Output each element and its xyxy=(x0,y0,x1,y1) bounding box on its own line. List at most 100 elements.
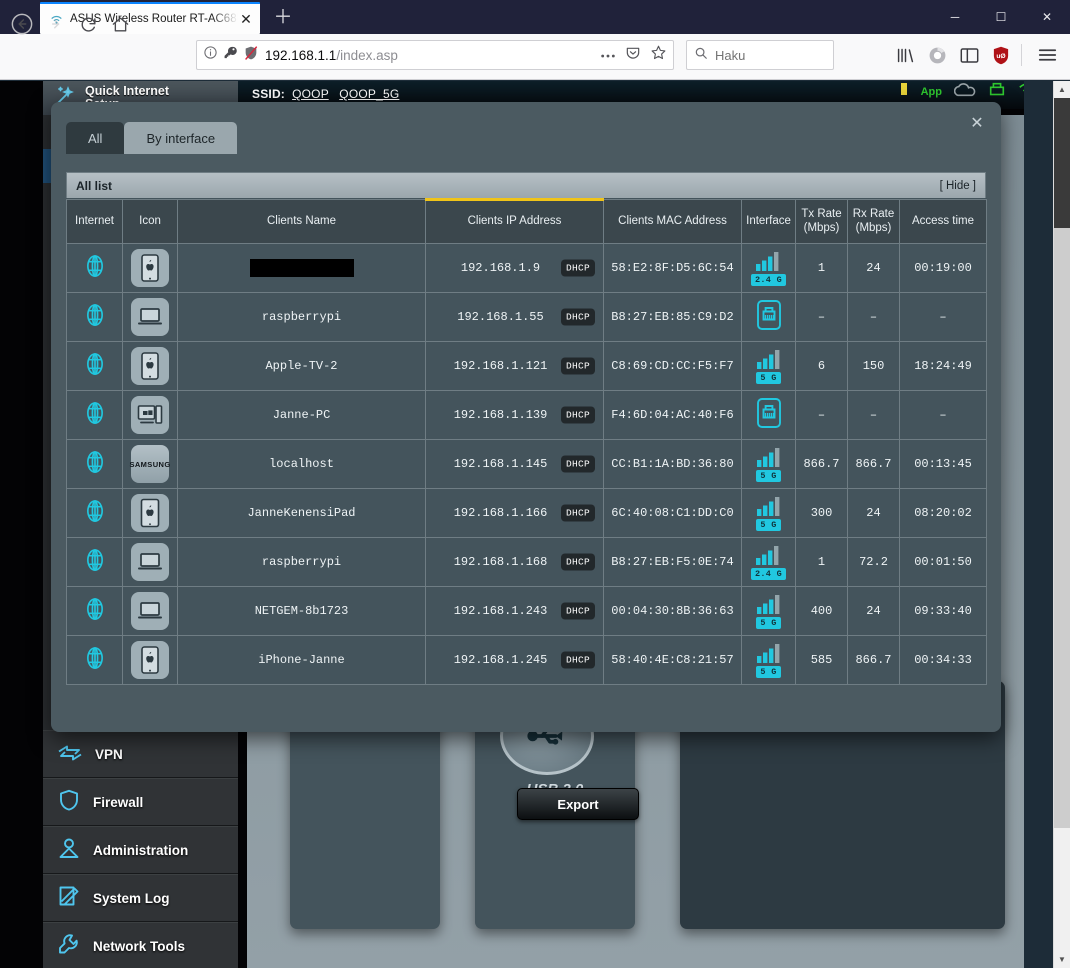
table-row[interactable]: iPhone-Janne 192.168.1.245 DHCP 58:40:4E:C8… xyxy=(66,635,987,685)
table-row[interactable]: Apple-TV-2 192.168.1.121 DHCP C8:69:CD:CC:F… xyxy=(66,341,987,391)
globe-icon xyxy=(82,498,108,528)
globe-icon xyxy=(82,596,108,626)
back-button[interactable] xyxy=(8,10,36,38)
key-icon[interactable] xyxy=(223,45,238,65)
search-input[interactable]: Haku xyxy=(715,48,745,63)
dhcp-badge: DHCP xyxy=(560,259,595,277)
globe-icon xyxy=(82,351,108,381)
sidebar-item-administration[interactable]: Administration xyxy=(43,826,238,874)
tx-rate-cell: 1 xyxy=(795,243,848,293)
ublock-icon[interactable]: uØ xyxy=(992,46,1010,65)
scroll-up-arrow[interactable]: ▲ xyxy=(1054,81,1070,98)
sidebar-icon[interactable] xyxy=(960,47,979,64)
wifi-signal-icon: 5 G xyxy=(756,447,782,482)
column-header-clients-ip-address[interactable]: Clients IP Address xyxy=(425,198,604,244)
tab-all[interactable]: All xyxy=(66,122,125,154)
star-icon[interactable] xyxy=(650,44,667,66)
interface-cell: 2.4 G xyxy=(741,537,796,587)
address-bar[interactable]: 192.168.1.1/index.asp xyxy=(196,40,674,70)
column-header-interface[interactable]: Interface xyxy=(741,199,796,244)
new-tab-button[interactable]: ＋ xyxy=(270,6,296,30)
shield-slash-icon[interactable] xyxy=(243,45,259,66)
column-header-icon[interactable]: Icon xyxy=(122,199,178,244)
client-name-cell[interactable]: iPhone-Janne xyxy=(177,635,426,685)
table-row[interactable]: 192.168.1.9 DHCP 58:E2:8F:D5:6C:54 2.4 G 1 24… xyxy=(66,243,987,293)
table-row[interactable]: raspberrypi 192.168.1.55 DHCP B8:27:EB:85:C… xyxy=(66,292,987,342)
printer-icon[interactable] xyxy=(988,81,1006,103)
identity-icons xyxy=(203,45,259,66)
forward-button[interactable] xyxy=(42,10,70,38)
scrollbar-thumb[interactable] xyxy=(1054,98,1070,228)
scroll-down-arrow[interactable]: ▼ xyxy=(1054,951,1070,968)
internet-status-cell xyxy=(66,341,123,391)
column-header-rx-rate[interactable]: Rx Rate (Mbps) xyxy=(847,199,900,244)
search-bar[interactable]: Haku xyxy=(686,40,834,70)
table-row[interactable]: Janne-PC 192.168.1.139 DHCP F4:6D:04:AC:40:… xyxy=(66,390,987,440)
page-scrollbar[interactable]: ▲ ▼ xyxy=(1053,81,1070,968)
pocket-icon[interactable] xyxy=(625,45,641,66)
sidebar-item-system-log[interactable]: System Log xyxy=(43,874,238,922)
globe-icon xyxy=(82,547,108,577)
cloud-icon[interactable] xyxy=(953,82,976,103)
usb-status-icon[interactable] xyxy=(899,81,909,103)
table-row[interactable]: JanneKenensiPad 192.168.1.166 DHCP 6C:40:08… xyxy=(66,488,987,538)
table-row[interactable]: raspberrypi 192.168.1.168 DHCP B8:27:EB:F5:… xyxy=(66,537,987,587)
tx-rate-cell: 585 xyxy=(795,635,848,685)
close-icon[interactable]: ✕ xyxy=(238,12,254,26)
ssid-2g[interactable]: QOOP xyxy=(292,87,329,101)
rx-rate-cell: – xyxy=(847,292,900,342)
access-time-cell: 18:24:49 xyxy=(899,341,987,391)
column-header-clients-name[interactable]: Clients Name xyxy=(177,199,426,244)
client-name-cell[interactable]: JanneKenensiPad xyxy=(177,488,426,538)
column-header-clients-mac-address[interactable]: Clients MAC Address xyxy=(603,199,742,244)
access-time-cell: 00:13:45 xyxy=(899,439,987,489)
reload-icon[interactable] xyxy=(74,10,102,38)
client-name-cell[interactable]: raspberrypi xyxy=(177,292,426,342)
client-name-cell[interactable]: localhost xyxy=(177,439,426,489)
client-ip-cell: 192.168.1.145 DHCP xyxy=(425,439,604,489)
table-row[interactable]: NETGEM-8b1723 192.168.1.243 DHCP 00:04:30:8… xyxy=(66,586,987,636)
info-icon[interactable] xyxy=(203,45,218,65)
home-icon[interactable] xyxy=(106,10,134,38)
column-header-tx-rate[interactable]: Tx Rate (Mbps) xyxy=(795,199,848,244)
browser-tab[interactable]: ASUS Wireless Router RT-AC68U ✕ xyxy=(40,2,260,34)
ellipsis-icon[interactable] xyxy=(600,46,616,64)
internet-status-cell xyxy=(66,390,123,440)
table-row[interactable]: SAMSUNG localhost 192.168.1.145 DHCP CC:B1:1… xyxy=(66,439,987,489)
sidebar-item-firewall[interactable]: Firewall xyxy=(43,778,238,826)
hide-toggle[interactable]: [ Hide ] xyxy=(940,180,976,192)
client-name-cell[interactable]: NETGEM-8b1723 xyxy=(177,586,426,636)
band-label: 2.4 G xyxy=(750,273,786,286)
column-header-internet[interactable]: Internet xyxy=(66,199,123,244)
sidebar-item-network-tools[interactable]: Network Tools xyxy=(43,922,238,968)
client-name-cell[interactable] xyxy=(177,243,426,293)
ip-value: 192.168.1.139 xyxy=(453,408,548,422)
app-link[interactable]: App xyxy=(921,86,942,98)
device-icon-cell xyxy=(122,635,178,685)
page-right-gutter xyxy=(1024,81,1054,968)
client-mac-cell: 58:40:4E:C8:21:57 xyxy=(603,635,742,685)
ip-value: 192.168.1.243 xyxy=(453,604,548,618)
column-header-access-time[interactable]: Access time xyxy=(899,199,987,244)
client-name-cell[interactable]: raspberrypi xyxy=(177,537,426,587)
tab-by-interface[interactable]: By interface xyxy=(124,122,238,154)
hamburger-icon[interactable] xyxy=(1038,47,1057,68)
ssid-5g[interactable]: QOOP_5G xyxy=(339,87,399,101)
log-icon xyxy=(57,884,81,913)
maximize-button[interactable]: ☐ xyxy=(978,0,1024,34)
library-icon[interactable] xyxy=(896,47,915,64)
scrollbar-track[interactable] xyxy=(1054,228,1070,828)
sync-icon[interactable] xyxy=(928,46,947,65)
minimize-button[interactable]: ─ xyxy=(932,0,978,34)
table-body: 192.168.1.9 DHCP 58:E2:8F:D5:6C:54 2.4 G 1 24… xyxy=(66,243,987,685)
export-button[interactable]: Export xyxy=(517,788,639,820)
client-ip-cell: 192.168.1.139 DHCP xyxy=(425,390,604,440)
user-icon xyxy=(57,836,81,865)
client-ip-cell: 192.168.1.166 DHCP xyxy=(425,488,604,538)
client-name-cell[interactable]: Apple-TV-2 xyxy=(177,341,426,391)
close-icon[interactable]: ✕ xyxy=(967,114,987,134)
client-name-cell[interactable]: Janne-PC xyxy=(177,390,426,440)
sidebar-item-label: System Log xyxy=(93,890,170,906)
sidebar-item-vpn[interactable]: VPN xyxy=(43,730,238,778)
window-close-button[interactable]: ✕ xyxy=(1024,0,1070,34)
